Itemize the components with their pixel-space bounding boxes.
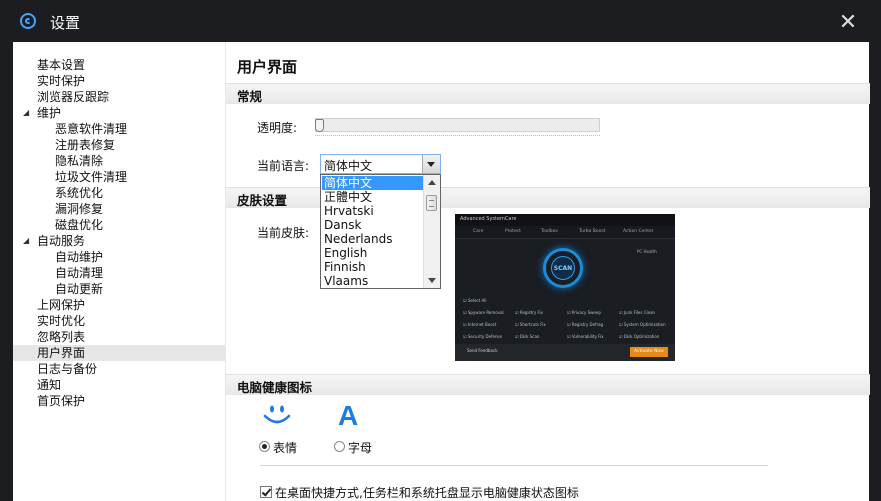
section-header-general: 常规 xyxy=(226,83,870,104)
sidebar-item-registry-fix[interactable]: 注册表修复 xyxy=(55,137,115,153)
app-logo-icon xyxy=(20,13,36,29)
scroll-up-icon[interactable] xyxy=(428,180,436,185)
sidebar-item-junk-clean[interactable]: 垃圾文件清理 xyxy=(55,169,127,185)
sidebar-item-surfing-protection[interactable]: 上网保护 xyxy=(37,297,85,313)
language-select[interactable]: 简体中文 xyxy=(320,154,441,174)
sidebar-item-auto-maintain[interactable]: 自动维护 xyxy=(55,249,103,265)
language-option[interactable]: Hrvatski xyxy=(322,204,425,218)
language-option[interactable]: Dansk xyxy=(322,218,425,232)
dropdown-scrollbar[interactable] xyxy=(423,175,440,288)
show-health-icon-label[interactable]: 在桌面快捷方式,任务栏和系统托盘显示电脑健康状态图标 xyxy=(275,484,579,501)
sidebar-item-auto-update[interactable]: 自动更新 xyxy=(55,281,103,297)
scroll-down-icon[interactable] xyxy=(428,278,436,283)
preview-scan-button: SCAN xyxy=(543,248,583,288)
sidebar-item-system-optimize[interactable]: 系统优化 xyxy=(55,185,103,201)
window-title: 设置 xyxy=(50,14,81,32)
preview-health: PC Health xyxy=(637,249,657,254)
language-option[interactable]: 正體中文 xyxy=(322,190,425,204)
show-health-icon-checkbox[interactable] xyxy=(260,486,272,498)
settings-panel: 用户界面 常规 透明度: 当前语言: 简体中文 皮肤设置 当前皮肤: 简体中文 … xyxy=(225,42,870,501)
sidebar-item-notifications[interactable]: 通知 xyxy=(37,377,61,393)
preview-titlebar: Advanced SystemCare xyxy=(455,214,675,226)
sidebar-item-malware-removal[interactable]: 恶意软件清理 xyxy=(55,121,127,137)
settings-window: 设置 ✕ 基本设置 实时保护 浏览器反跟踪 ◢ 维护 恶意软件清理 注册表修复 … xyxy=(0,0,881,501)
sidebar-item-user-interface[interactable]: 用户界面 xyxy=(37,345,85,361)
language-label: 当前语言: xyxy=(257,159,310,173)
language-option[interactable]: Vlaams xyxy=(322,274,425,288)
letter-a-icon: A xyxy=(338,400,359,431)
sidebar-item-basic-settings[interactable]: 基本设置 xyxy=(37,57,85,73)
language-selected-value: 简体中文 xyxy=(324,159,373,173)
page-title: 用户界面 xyxy=(237,58,298,76)
chevron-down-icon[interactable] xyxy=(422,155,440,173)
sidebar-item-vulnerability-fix[interactable]: 漏洞修复 xyxy=(55,201,103,217)
slider-thumb[interactable] xyxy=(315,119,324,132)
scroll-thumb[interactable] xyxy=(426,195,437,211)
content-area: 基本设置 实时保护 浏览器反跟踪 ◢ 维护 恶意软件清理 注册表修复 隐私清除 … xyxy=(13,42,870,501)
smiley-face-icon xyxy=(263,405,291,424)
sidebar-item-homepage-protection[interactable]: 首页保护 xyxy=(37,393,85,409)
section-header-health-icon: 电脑健康图标 xyxy=(226,374,870,395)
title-bar: 设置 ✕ xyxy=(0,0,881,42)
radio-letter[interactable] xyxy=(334,441,345,452)
close-icon[interactable]: ✕ xyxy=(838,12,858,34)
sidebar-item-realtime-protection[interactable]: 实时保护 xyxy=(37,73,85,89)
sidebar-item-privacy-sweep[interactable]: 隐私清除 xyxy=(55,153,103,169)
language-option[interactable]: Finnish xyxy=(322,260,425,274)
transparency-slider[interactable] xyxy=(315,118,600,132)
skin-preview-thumbnail[interactable]: Advanced SystemCare Care Protect Toolbox… xyxy=(455,214,675,361)
section-title: 电脑健康图标 xyxy=(237,380,313,395)
expand-caret-icon[interactable]: ◢ xyxy=(23,236,29,245)
language-option[interactable]: 简体中文 xyxy=(322,176,425,190)
current-skin-label: 当前皮肤: xyxy=(257,226,310,240)
sidebar-item-ignore-list[interactable]: 忽略列表 xyxy=(37,329,85,345)
language-dropdown-list[interactable]: 简体中文 正體中文 Hrvatski Dansk Nederlands Engl… xyxy=(320,174,441,289)
preview-tabs: Care Protect Toolbox Turbo Boost Action … xyxy=(455,226,675,239)
expand-caret-icon[interactable]: ◢ xyxy=(23,108,29,117)
sidebar-item-log-backup[interactable]: 日志与备份 xyxy=(37,361,97,377)
sidebar-item-maintenance[interactable]: 维护 xyxy=(37,105,61,121)
settings-nav: 基本设置 实时保护 浏览器反跟踪 ◢ 维护 恶意软件清理 注册表修复 隐私清除 … xyxy=(13,42,225,501)
radio-emoji[interactable] xyxy=(259,441,270,452)
divider xyxy=(260,465,768,466)
radio-letter-label[interactable]: 字母 xyxy=(348,439,372,456)
transparency-label: 透明度: xyxy=(257,121,298,135)
sidebar-item-auto-service[interactable]: 自动服务 xyxy=(37,233,85,249)
sidebar-item-anti-tracking[interactable]: 浏览器反跟踪 xyxy=(37,89,109,105)
preview-footer: Send Feedback Activate Now xyxy=(455,344,675,361)
sidebar-item-realtime-optimize[interactable]: 实时优化 xyxy=(37,313,85,329)
section-title: 皮肤设置 xyxy=(237,193,288,208)
sidebar-item-disk-optimize[interactable]: 磁盘优化 xyxy=(55,217,103,233)
radio-emoji-label[interactable]: 表情 xyxy=(273,439,297,456)
language-option[interactable]: English xyxy=(322,246,425,260)
sidebar-item-auto-clean[interactable]: 自动清理 xyxy=(55,265,103,281)
language-option[interactable]: Nederlands xyxy=(322,232,425,246)
section-title: 常规 xyxy=(237,89,263,104)
slider-ticks xyxy=(315,135,600,137)
